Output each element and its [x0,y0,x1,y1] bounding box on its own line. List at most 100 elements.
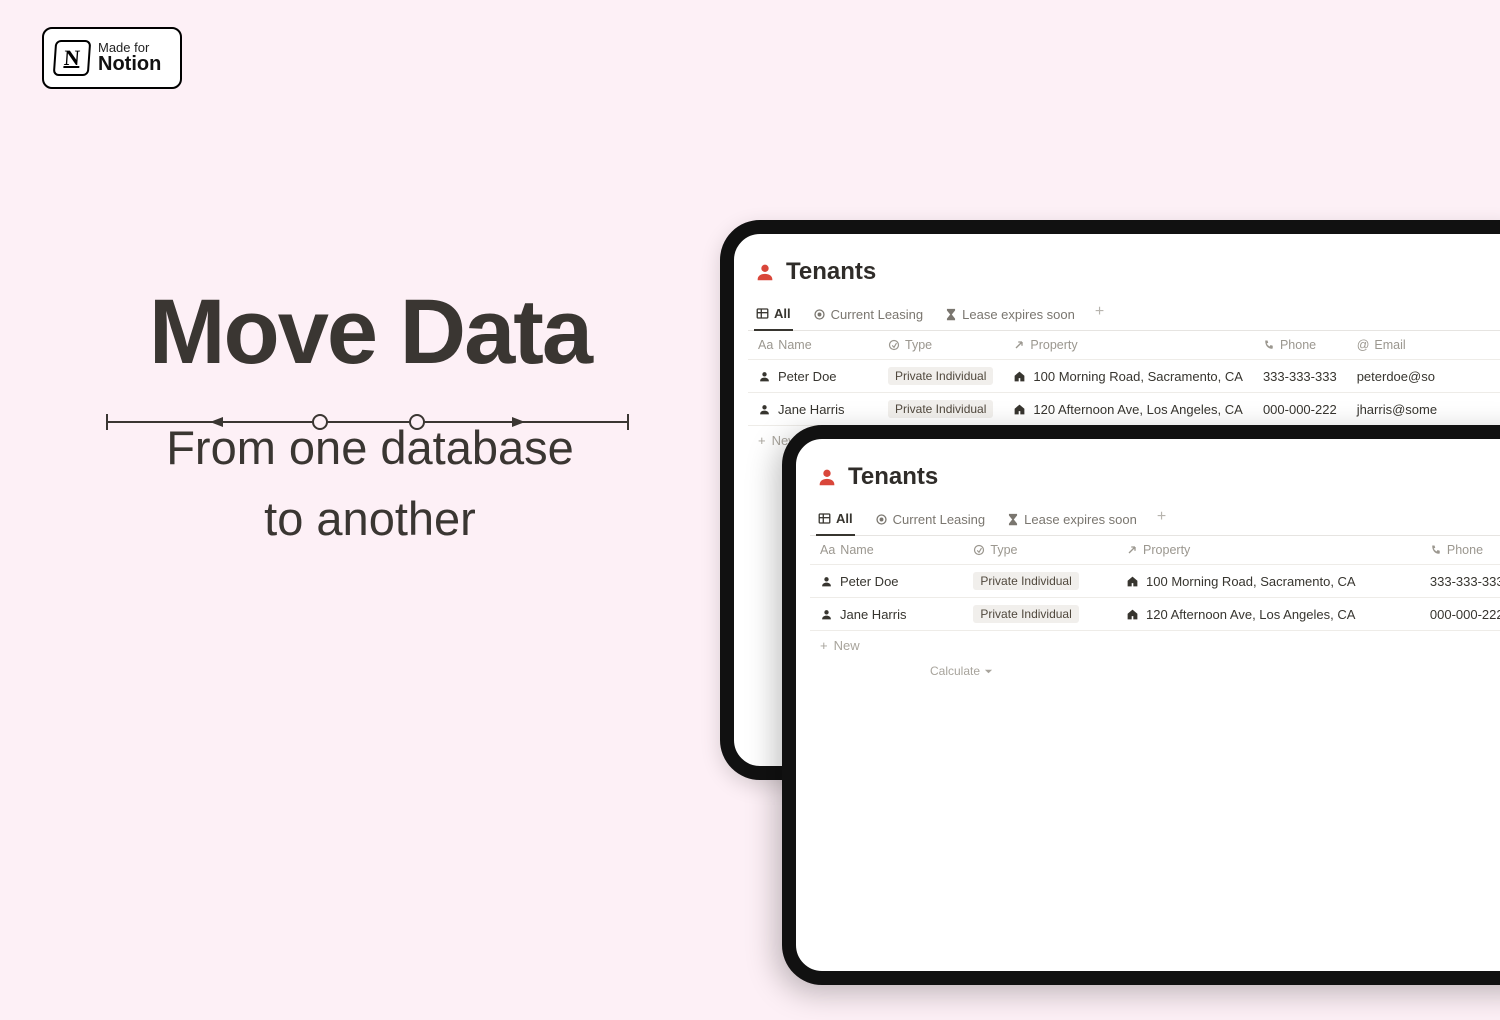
hourglass-icon [945,308,957,321]
col-header-type[interactable]: Type [963,536,1116,565]
calculate-button[interactable]: Calculate [930,664,993,678]
tab-current-leasing[interactable]: Current Leasing [873,506,988,535]
person-icon [820,575,833,588]
add-view-button[interactable]: + [1095,304,1104,326]
cell-phone: 000-000-222 [1263,402,1337,417]
col-header-name-label: Name [778,338,811,352]
tab-all[interactable]: All [754,300,793,331]
tab-lease-expires-label: Lease expires soon [962,307,1075,322]
cell-name: Jane Harris [778,402,844,417]
cell-property: 120 Afternoon Ave, Los Angeles, CA [1146,607,1355,622]
col-header-email[interactable]: @ Email [1347,331,1500,360]
cell-type-tag: Private Individual [888,400,993,418]
person-icon [758,370,771,383]
notion-glyph-letter: N [63,45,81,71]
database-title-row: Tenants [748,252,1500,300]
cell-property: 120 Afternoon Ave, Los Angeles, CA [1033,402,1242,417]
col-header-phone[interactable]: Phone [1253,331,1347,360]
text-property-icon: Aa [758,338,773,352]
badge-brand-text: Notion [98,54,161,75]
col-header-property-label: Property [1030,338,1077,352]
cell-type-tag: Private Individual [973,605,1078,623]
calculate-label: Calculate [930,664,980,678]
col-header-email-label: Email [1374,338,1405,352]
cell-property: 100 Morning Road, Sacramento, CA [1146,574,1356,589]
cell-property: 100 Morning Road, Sacramento, CA [1033,369,1243,384]
plus-icon: + [758,433,766,448]
cell-email: jharris@some [1357,402,1437,417]
col-header-type-label: Type [905,338,932,352]
col-header-name[interactable]: AaName [810,536,963,565]
table-row[interactable]: Jane Harris Private Individual 120 After… [810,598,1500,631]
table-row[interactable]: Peter Doe Private Individual 100 Morning… [748,360,1500,393]
database-title: Tenants [786,258,876,286]
hero-title: Move Data [105,280,635,385]
database-table: Aa Name Type Property Phone @ Email Peter … [748,331,1500,426]
tab-current-leasing[interactable]: Current Leasing [811,301,926,330]
badge-top-text: Made for [98,41,161,55]
cell-name: Jane Harris [840,607,906,622]
email-property-icon: @ [1357,338,1370,352]
tab-lease-expires[interactable]: Lease expires soon [1005,506,1139,535]
new-row-button[interactable]: + New [810,631,1500,660]
select-property-icon [888,339,900,351]
table-row[interactable]: Peter Doe Private Individual 100 Morning… [810,565,1500,598]
tab-all-label: All [836,511,853,526]
table-icon [818,512,831,525]
cell-name: Peter Doe [840,574,899,589]
target-icon [813,308,826,321]
cell-type-tag: Private Individual [973,572,1078,590]
house-icon [1126,575,1139,588]
cell-phone: 000-000-222 [1430,607,1500,622]
device-frame-front: Tenants All Current Leasing Lease expire… [782,425,1500,985]
database-table: AaName Type Property Phone Peter Doe Pri… [810,536,1500,631]
house-icon [1013,370,1026,383]
table-header-row: AaName Type Property Phone [810,536,1500,565]
hourglass-icon [1007,513,1019,526]
cell-phone: 333-333-333 [1430,574,1500,589]
hero-subtitle: From one database to another [105,413,635,554]
house-icon [1013,403,1026,416]
col-header-property-label: Property [1143,543,1190,557]
cell-phone: 333-333-333 [1263,369,1337,384]
add-view-button[interactable]: + [1157,509,1166,531]
tab-all-label: All [774,306,791,321]
notion-logo-icon: N [53,40,92,76]
database-title-row: Tenants [810,457,1500,505]
tab-all[interactable]: All [816,505,855,536]
phone-property-icon [1430,544,1442,556]
phone-property-icon [1263,339,1275,351]
table-icon [756,307,769,320]
col-header-property[interactable]: Property [1116,536,1420,565]
cell-type-tag: Private Individual [888,367,993,385]
tab-current-leasing-label: Current Leasing [831,307,924,322]
calculate-row: Calculate [810,660,1500,678]
col-header-phone-label: Phone [1280,338,1316,352]
col-header-type[interactable]: Type [878,331,1003,360]
database-title: Tenants [848,463,938,491]
col-header-name[interactable]: Aa Name [748,331,878,360]
col-header-property[interactable]: Property [1003,331,1253,360]
cell-email: peterdoe@so [1357,369,1435,384]
col-header-name-label: Name [840,543,873,557]
target-icon [875,513,888,526]
hero-subtitle-line2: to another [264,492,476,545]
col-header-phone[interactable]: Phone [1420,536,1500,565]
cell-name: Peter Doe [778,369,837,384]
col-header-phone-label: Phone [1447,543,1483,557]
relation-property-icon [1013,339,1025,351]
table-row[interactable]: Jane Harris Private Individual 120 After… [748,393,1500,426]
notion-database-pane-back: Tenants All Current Leasing Lease expire… [734,234,1500,455]
table-header-row: Aa Name Type Property Phone @ Email [748,331,1500,360]
notion-database-pane-front: Tenants All Current Leasing Lease expire… [796,439,1500,678]
database-view-tabs: All Current Leasing Lease expires soon + [748,300,1500,331]
database-view-tabs: All Current Leasing Lease expires soon + [810,505,1500,536]
badge-text: Made for Notion [98,41,161,76]
person-icon [754,261,776,283]
tab-current-leasing-label: Current Leasing [893,512,986,527]
person-icon [758,403,771,416]
col-header-type-label: Type [990,543,1017,557]
new-row-label: New [834,638,860,653]
plus-icon: + [820,638,828,653]
tab-lease-expires[interactable]: Lease expires soon [943,301,1077,330]
